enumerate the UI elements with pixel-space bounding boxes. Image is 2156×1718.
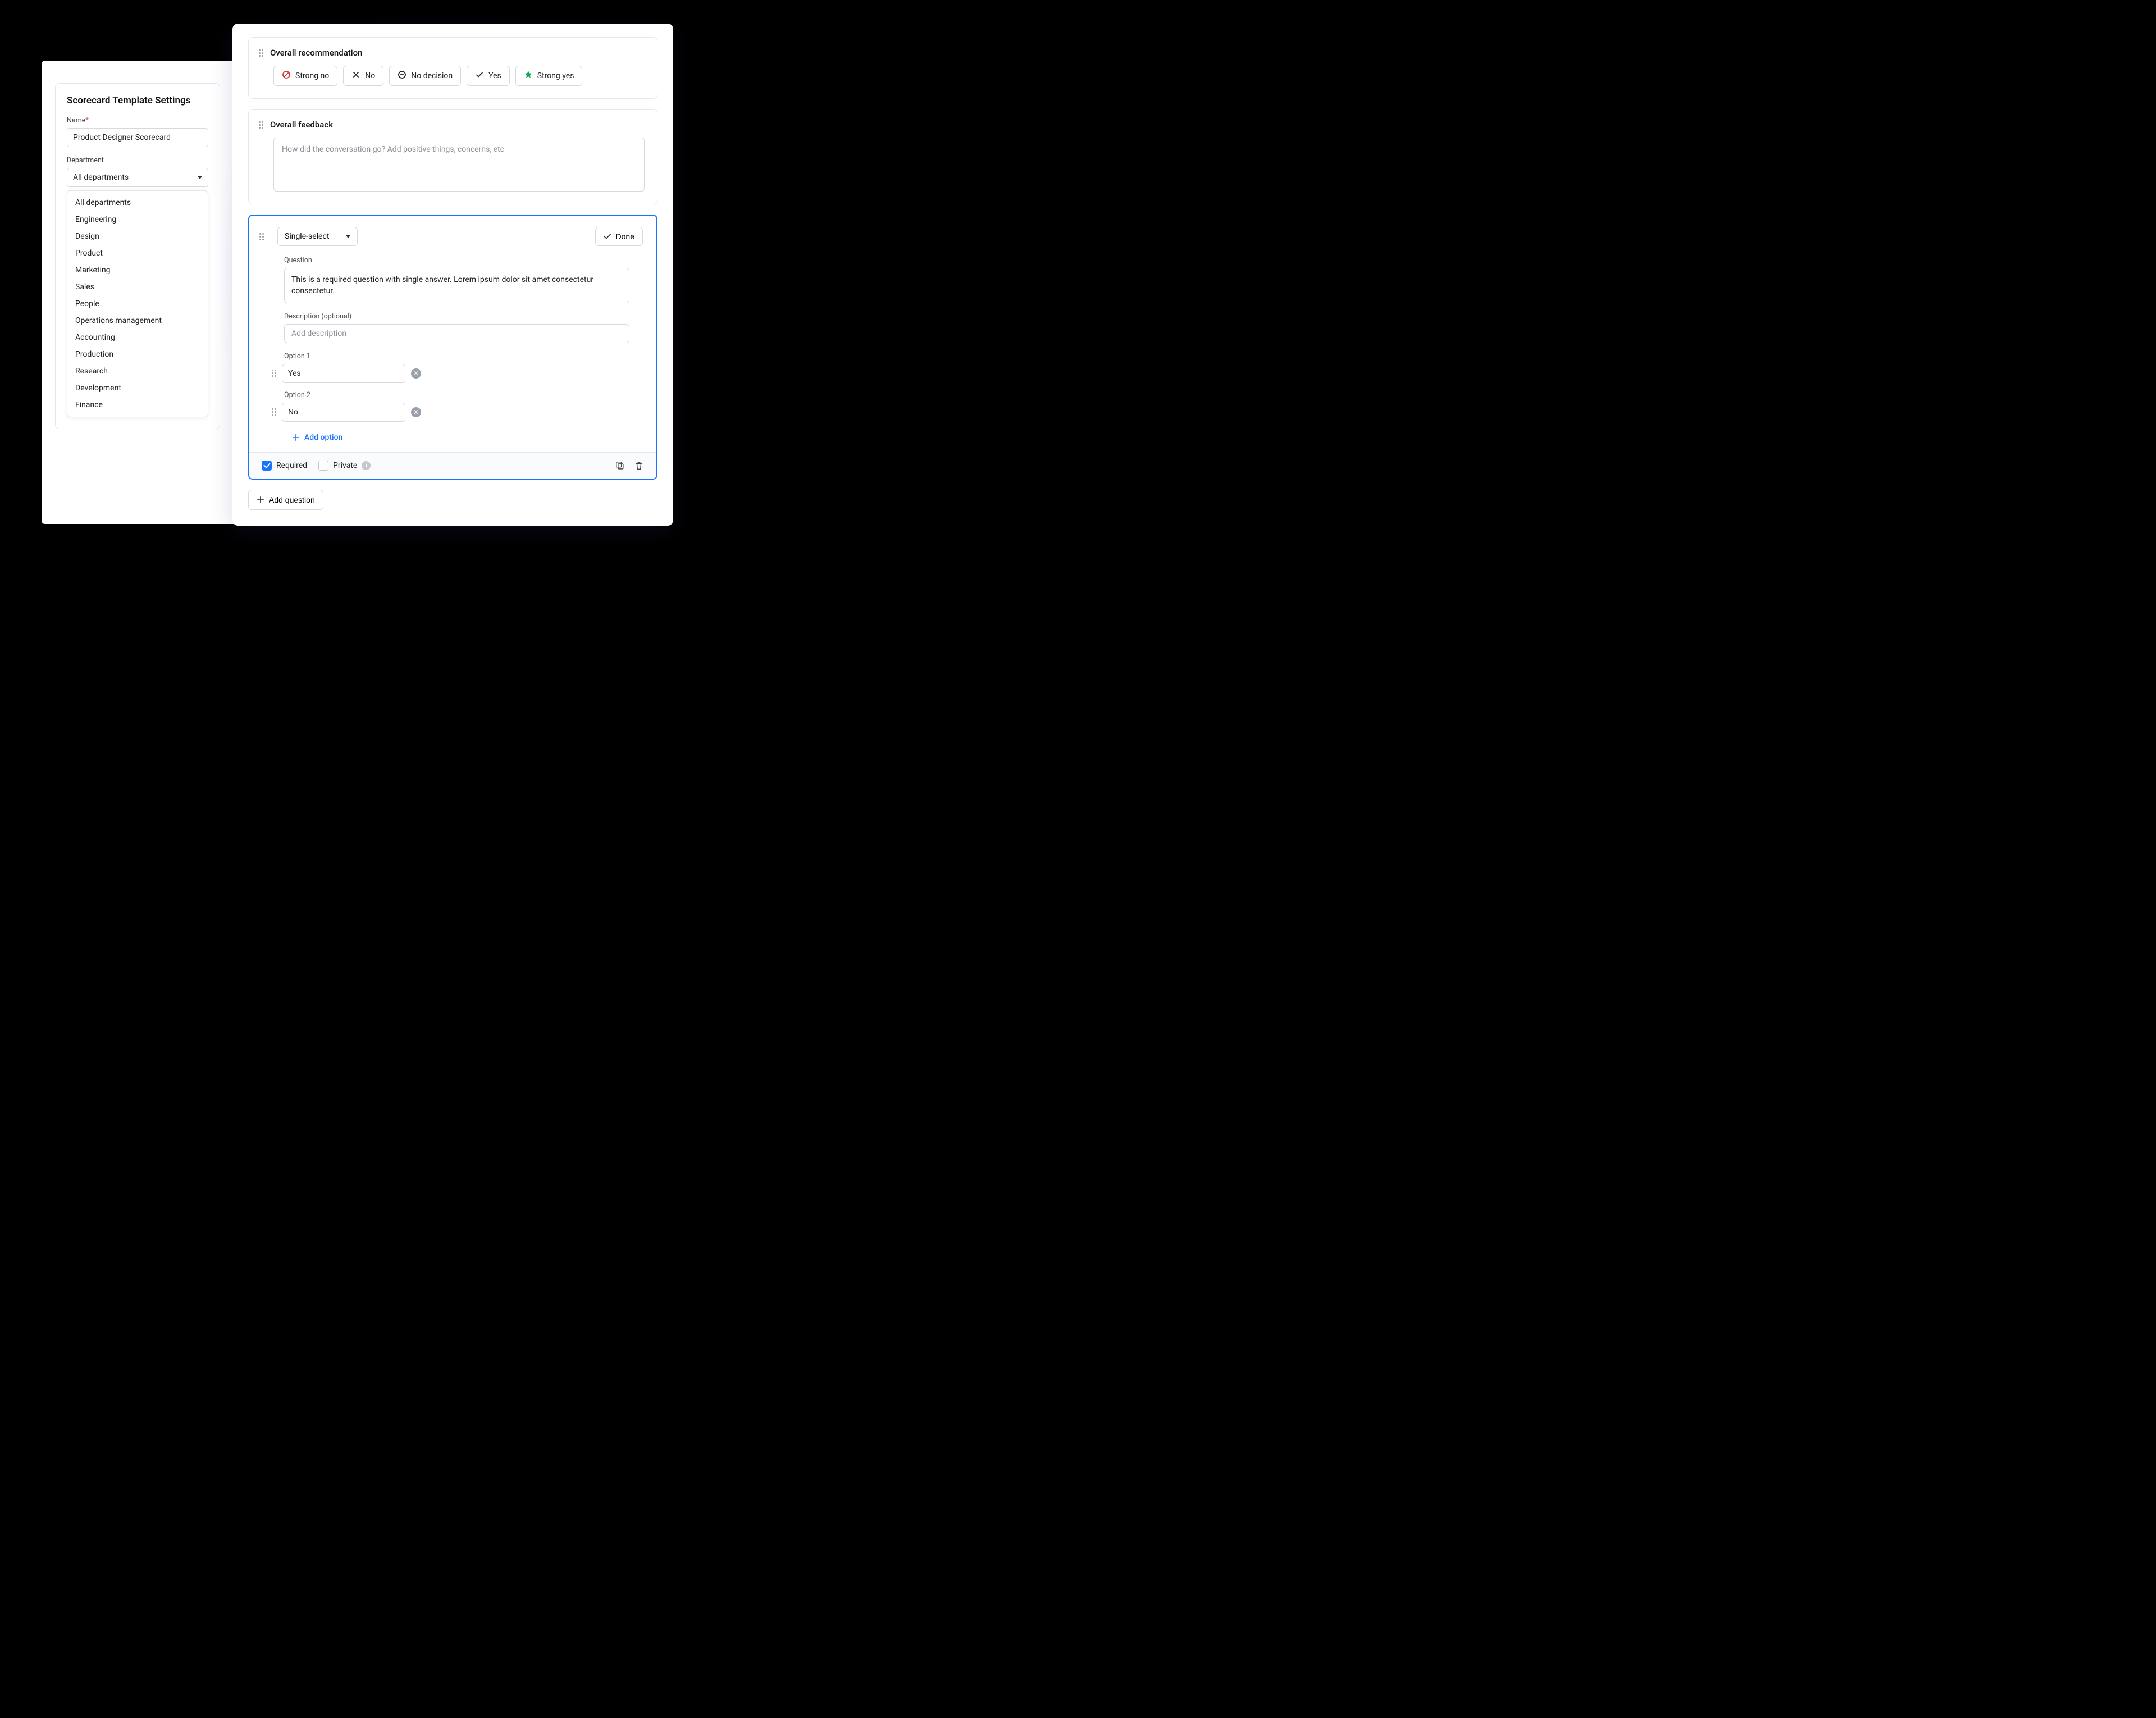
- plus-icon: [257, 496, 264, 504]
- drag-handle-icon[interactable]: [272, 370, 276, 377]
- description-label: Description (optional): [284, 312, 629, 321]
- checkbox-checked-icon: [262, 461, 272, 471]
- name-label: Name*: [67, 116, 208, 125]
- done-button-label: Done: [616, 232, 634, 241]
- private-toggle[interactable]: Private i: [318, 461, 371, 471]
- drag-handle-icon[interactable]: [272, 408, 276, 416]
- department-option[interactable]: Design: [67, 228, 208, 245]
- drag-handle-icon[interactable]: [259, 121, 263, 129]
- add-question-label: Add question: [269, 495, 315, 504]
- recommendation-chip-strong-yes[interactable]: Strong yes: [515, 66, 583, 86]
- trash-icon[interactable]: [634, 461, 644, 471]
- check-icon: [475, 70, 484, 81]
- settings-title: Scorecard Template Settings: [67, 95, 208, 106]
- drag-handle-icon[interactable]: [259, 49, 263, 57]
- option-input[interactable]: No: [282, 403, 405, 422]
- remove-option-icon[interactable]: ✕: [411, 407, 421, 417]
- department-option[interactable]: Engineering: [67, 211, 208, 228]
- add-option-button[interactable]: Add option: [284, 430, 342, 452]
- department-option[interactable]: Sales: [67, 279, 208, 295]
- recommendation-title: Overall recommendation: [270, 48, 363, 58]
- done-button[interactable]: Done: [595, 227, 643, 246]
- description-placeholder: Add description: [291, 329, 346, 338]
- feedback-title: Overall feedback: [270, 120, 333, 130]
- question-type-label: Single-select: [285, 232, 329, 241]
- chip-label: No decision: [411, 71, 453, 80]
- question-type-select[interactable]: Single-select: [277, 227, 358, 246]
- chip-label: Strong yes: [537, 71, 574, 80]
- close-icon: [351, 70, 360, 81]
- option-value: Yes: [288, 369, 301, 378]
- department-option[interactable]: Operations management: [67, 312, 208, 329]
- department-option[interactable]: All departments: [67, 194, 208, 211]
- recommendation-chip-strong-no[interactable]: Strong no: [273, 66, 337, 86]
- department-option[interactable]: Accounting: [67, 329, 208, 346]
- info-icon: i: [362, 461, 371, 470]
- department-option[interactable]: Marketing: [67, 262, 208, 279]
- name-input-value: Product Designer Scorecard: [73, 133, 171, 142]
- question-textarea[interactable]: This is a required question with single …: [284, 268, 629, 303]
- caret-down-icon: [198, 176, 202, 179]
- feedback-placeholder: How did the conversation go? Add positiv…: [282, 145, 504, 154]
- private-label: Private: [333, 461, 357, 470]
- option-label: Option 2: [284, 391, 629, 399]
- add-option-label: Add option: [304, 433, 342, 442]
- remove-option-icon[interactable]: ✕: [411, 368, 421, 379]
- question-label: Question: [284, 256, 629, 265]
- department-dropdown: All departmentsEngineeringDesignProductM…: [67, 190, 208, 417]
- recommendation-chip-no[interactable]: No: [343, 66, 383, 86]
- check-icon: [604, 233, 611, 240]
- feedback-card: Overall feedback How did the conversatio…: [248, 109, 657, 204]
- add-question-button[interactable]: Add question: [248, 490, 323, 510]
- description-input[interactable]: Add description: [284, 324, 629, 343]
- plus-icon: [292, 434, 300, 441]
- question-value: This is a required question with single …: [291, 275, 593, 295]
- chip-label: No: [365, 71, 375, 80]
- department-label: Department: [67, 156, 208, 165]
- department-option[interactable]: Production: [67, 346, 208, 363]
- department-option[interactable]: Finance: [67, 397, 208, 413]
- department-option[interactable]: Product: [67, 245, 208, 262]
- option-input[interactable]: Yes: [282, 364, 405, 383]
- caret-down-icon: [346, 235, 350, 238]
- ban-icon: [282, 70, 291, 81]
- department-select[interactable]: All departments: [67, 168, 208, 187]
- recommendation-card: Overall recommendation Strong no No No dec…: [248, 37, 657, 99]
- feedback-textarea[interactable]: How did the conversation go? Add positiv…: [273, 138, 645, 192]
- minus-icon: [398, 70, 406, 81]
- builder-panel: Overall recommendation Strong no No No dec…: [232, 24, 673, 526]
- option-label: Option 1: [284, 352, 629, 361]
- department-option[interactable]: Research: [67, 363, 208, 380]
- checkbox-unchecked-icon: [318, 461, 328, 471]
- duplicate-icon[interactable]: [615, 461, 625, 471]
- department-selected: All departments: [73, 173, 129, 182]
- recommendation-chip-no-decision[interactable]: No decision: [389, 66, 461, 86]
- chip-label: Strong no: [295, 71, 329, 80]
- name-input[interactable]: Product Designer Scorecard: [67, 128, 208, 147]
- required-label: Required: [276, 461, 307, 470]
- drag-handle-icon[interactable]: [259, 233, 264, 240]
- department-option[interactable]: People: [67, 295, 208, 312]
- chip-label: Yes: [488, 71, 501, 80]
- question-card: Single-select Done Question This is a re…: [248, 215, 657, 480]
- star-icon: [524, 70, 533, 81]
- option-value: No: [288, 408, 298, 417]
- recommendation-chip-yes[interactable]: Yes: [467, 66, 510, 86]
- department-option[interactable]: Development: [67, 380, 208, 397]
- required-toggle[interactable]: Required: [262, 461, 307, 471]
- question-footer: Required Private i: [249, 452, 656, 479]
- settings-panel: Scorecard Template Settings Name* Produc…: [55, 83, 220, 429]
